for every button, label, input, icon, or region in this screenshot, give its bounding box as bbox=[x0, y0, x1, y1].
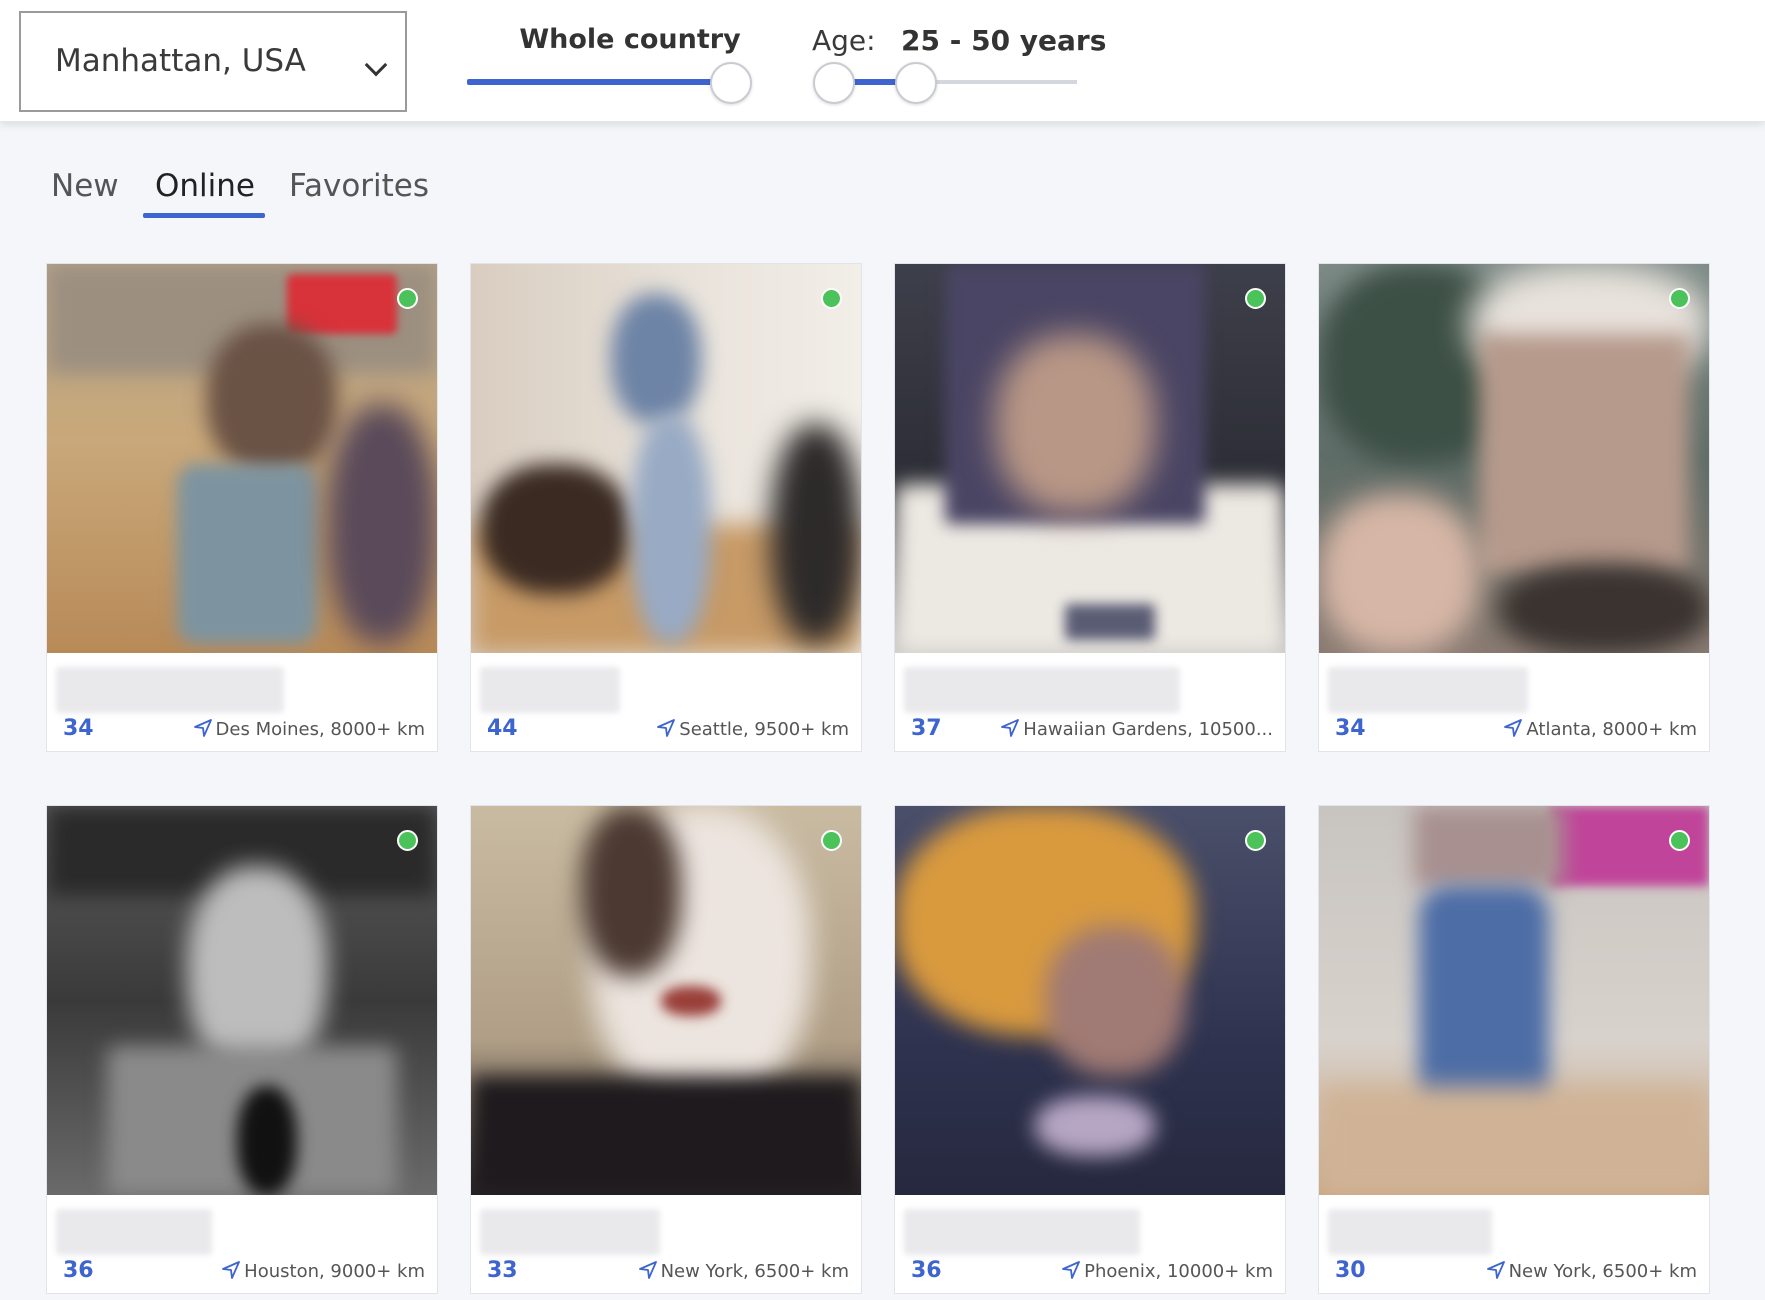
name-redacted bbox=[1328, 667, 1528, 713]
location-arrow-icon bbox=[193, 719, 212, 737]
profile-location: New York, 6500+ km bbox=[638, 1260, 849, 1282]
location-arrow-icon bbox=[657, 719, 676, 737]
distance-slider-fill bbox=[467, 79, 731, 85]
profile-photo[interactable] bbox=[1319, 806, 1709, 1195]
profile-card[interactable]: 34 Atlanta, 8000+ km bbox=[1318, 263, 1710, 752]
name-redacted bbox=[480, 667, 620, 713]
location-select[interactable]: Manhattan, USA bbox=[19, 11, 407, 112]
name-redacted bbox=[904, 667, 1180, 713]
profile-location: Phoenix, 10000+ km bbox=[1061, 1260, 1273, 1282]
online-status-dot bbox=[397, 830, 418, 851]
profile-location-text: Houston, 9000+ km bbox=[244, 1261, 425, 1282]
tab-online[interactable]: Online bbox=[155, 168, 255, 204]
profile-location: Houston, 9000+ km bbox=[221, 1260, 425, 1282]
profile-age: 34 bbox=[63, 716, 94, 741]
name-redacted bbox=[56, 667, 284, 713]
location-arrow-icon bbox=[1504, 719, 1523, 737]
online-status-dot bbox=[821, 830, 842, 851]
profile-photo[interactable] bbox=[47, 264, 437, 653]
profile-location: New York, 6500+ km bbox=[1486, 1260, 1697, 1282]
profile-card[interactable]: 36 Houston, 9000+ km bbox=[46, 805, 438, 1294]
age-max-handle[interactable] bbox=[895, 62, 937, 104]
name-redacted bbox=[56, 1209, 212, 1255]
online-status-dot bbox=[1245, 288, 1266, 309]
location-select-value: Manhattan, USA bbox=[55, 43, 306, 79]
location-arrow-icon bbox=[222, 1261, 241, 1279]
profile-photo[interactable] bbox=[895, 806, 1285, 1195]
profile-photo[interactable] bbox=[895, 264, 1285, 653]
profile-photo[interactable] bbox=[471, 264, 861, 653]
tab-favorites[interactable]: Favorites bbox=[289, 168, 429, 204]
profile-location: Atlanta, 8000+ km bbox=[1503, 718, 1697, 740]
profile-location-text: Phoenix, 10000+ km bbox=[1084, 1261, 1273, 1282]
name-redacted bbox=[1328, 1209, 1492, 1255]
age-range-value: 25 - 50 years bbox=[901, 24, 1107, 57]
profile-card[interactable]: 44 Seattle, 9500+ km bbox=[470, 263, 862, 752]
profile-location: Seattle, 9500+ km bbox=[656, 718, 849, 740]
profile-card[interactable]: 33 New York, 6500+ km bbox=[470, 805, 862, 1294]
profile-location: Des Moines, 8000+ km bbox=[193, 718, 425, 740]
profile-location: Hawaiian Gardens, 10500... bbox=[1000, 718, 1273, 740]
profile-card[interactable]: 34 Des Moines, 8000+ km bbox=[46, 263, 438, 752]
profile-location-text: New York, 6500+ km bbox=[1508, 1261, 1697, 1282]
online-status-dot bbox=[397, 288, 418, 309]
online-status-dot bbox=[1669, 288, 1690, 309]
tab-new[interactable]: New bbox=[51, 168, 119, 204]
profile-card[interactable]: 36 Phoenix, 10000+ km bbox=[894, 805, 1286, 1294]
profile-location-text: Hawaiian Gardens, 10500... bbox=[1023, 719, 1273, 740]
filter-bar: Manhattan, USA Whole country Age: 25 - 5… bbox=[0, 0, 1765, 122]
age-label: Age: bbox=[812, 24, 876, 57]
chevron-down-icon bbox=[364, 53, 388, 77]
profile-photo[interactable] bbox=[47, 806, 437, 1195]
location-arrow-icon bbox=[1062, 1261, 1081, 1279]
name-redacted bbox=[480, 1209, 660, 1255]
distance-label: Whole country bbox=[519, 24, 741, 55]
profile-age: 30 bbox=[1335, 1258, 1366, 1283]
profile-age: 34 bbox=[1335, 716, 1366, 741]
profile-location-text: Seattle, 9500+ km bbox=[679, 719, 849, 740]
online-status-dot bbox=[821, 288, 842, 309]
profile-photo[interactable] bbox=[471, 806, 861, 1195]
profile-age: 36 bbox=[63, 1258, 94, 1283]
profile-location-text: Des Moines, 8000+ km bbox=[215, 719, 425, 740]
location-arrow-icon bbox=[1001, 719, 1020, 737]
name-redacted bbox=[904, 1209, 1140, 1255]
age-min-handle[interactable] bbox=[813, 62, 855, 104]
online-status-dot bbox=[1245, 830, 1266, 851]
profile-age: 44 bbox=[487, 716, 518, 741]
distance-slider-handle[interactable] bbox=[710, 62, 752, 104]
location-arrow-icon bbox=[1486, 1261, 1505, 1279]
active-tab-indicator bbox=[143, 213, 265, 218]
profile-age: 36 bbox=[911, 1258, 942, 1283]
profile-location-text: Atlanta, 8000+ km bbox=[1526, 719, 1697, 740]
profile-age: 37 bbox=[911, 716, 942, 741]
profile-age: 33 bbox=[487, 1258, 518, 1283]
location-arrow-icon bbox=[638, 1261, 657, 1279]
online-status-dot bbox=[1669, 830, 1690, 851]
profile-card[interactable]: 37 Hawaiian Gardens, 10500... bbox=[894, 263, 1286, 752]
profile-location-text: New York, 6500+ km bbox=[660, 1261, 849, 1282]
profile-card[interactable]: 30 New York, 6500+ km bbox=[1318, 805, 1710, 1294]
profile-photo[interactable] bbox=[1319, 264, 1709, 653]
